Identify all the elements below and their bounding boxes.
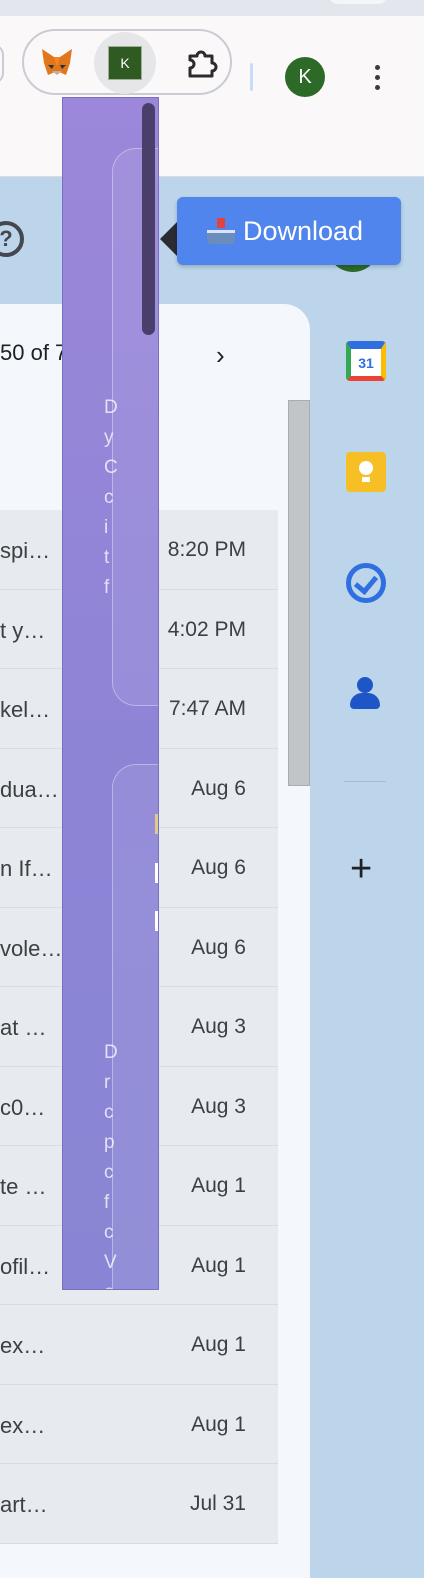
row-date: Jul 31	[189, 1492, 246, 1515]
pagination-text: 50 of 7	[0, 340, 68, 365]
toolbar-separator	[250, 63, 253, 91]
table-row[interactable]: ex… Aug 1	[0, 1305, 278, 1385]
row-date: 7:47 AM	[168, 697, 246, 720]
extensions-pill: K	[22, 29, 232, 95]
row-subject: te …	[0, 1174, 47, 1199]
row-date: Aug 6	[191, 935, 246, 959]
side-apps-panel: 31 +	[310, 305, 424, 1578]
calendar-icon[interactable]: 31	[346, 341, 386, 381]
mail-scrollbar[interactable]	[288, 400, 310, 786]
download-label: Download	[243, 215, 364, 246]
row-subject: vole…	[0, 935, 63, 961]
row-subject: dua…	[0, 776, 59, 802]
row-subject: ofil…	[0, 1253, 51, 1279]
extension-popup[interactable]: D y C c i t f D r c p c f c V e	[62, 97, 159, 1290]
profile-avatar[interactable]: K	[285, 57, 325, 97]
row-date: Aug 3	[191, 1015, 246, 1038]
popup-card[interactable]	[112, 764, 158, 1289]
address-bar-edge[interactable]	[0, 44, 4, 84]
window-top-strip	[0, 0, 424, 16]
row-date: Aug 1	[191, 1333, 246, 1356]
contacts-icon[interactable]	[346, 675, 386, 715]
metamask-fox-icon[interactable]	[36, 42, 78, 84]
download-button[interactable]: Download	[177, 197, 401, 265]
row-subject: at …	[0, 1015, 47, 1040]
side-divider	[344, 781, 386, 782]
window-corner	[328, 0, 388, 4]
popup-scrollbar[interactable]	[142, 103, 155, 335]
inbox-tray-icon	[207, 218, 235, 244]
card-text: D r c p c f c V e	[104, 1042, 118, 1289]
help-icon[interactable]: ?	[0, 221, 24, 257]
row-subject: spi…	[0, 538, 51, 563]
puzzle-icon[interactable]	[180, 42, 222, 84]
download-pointer	[160, 222, 177, 256]
row-date: Aug 6	[191, 856, 246, 879]
table-row[interactable]: ex… Aug 1	[0, 1384, 278, 1464]
kebab-icon[interactable]	[366, 58, 388, 96]
add-addon-icon[interactable]: +	[350, 850, 372, 888]
row-subject: ex…	[0, 1412, 46, 1438]
k-extension-button[interactable]: K	[94, 32, 156, 94]
row-subject: c0…	[0, 1094, 46, 1120]
row-subject: kel…	[0, 697, 51, 722]
row-subject: n If…	[0, 856, 53, 881]
k-square-icon: K	[108, 46, 142, 80]
card-text: D y C c i t f	[104, 397, 118, 598]
row-date: 4:02 PM	[167, 617, 246, 641]
card-title-glyph	[155, 911, 158, 931]
keep-icon[interactable]	[346, 452, 386, 492]
card-emoji-icon	[155, 814, 158, 834]
row-date: 8:20 PM	[167, 538, 246, 561]
row-subject: ex…	[0, 1333, 46, 1358]
table-row[interactable]: art… Jul 31	[0, 1464, 278, 1544]
tasks-icon[interactable]	[346, 563, 386, 603]
row-date: Aug 1	[191, 1412, 246, 1436]
row-date: Aug 3	[191, 1094, 246, 1118]
card-title-glyph	[155, 863, 158, 883]
row-date: Aug 1	[191, 1174, 246, 1197]
row-subject: art…	[0, 1492, 48, 1517]
row-subject: t y…	[0, 617, 46, 643]
row-date: Aug 6	[191, 776, 246, 800]
row-date: Aug 1	[191, 1253, 246, 1277]
next-page-icon[interactable]: ›	[216, 340, 225, 371]
